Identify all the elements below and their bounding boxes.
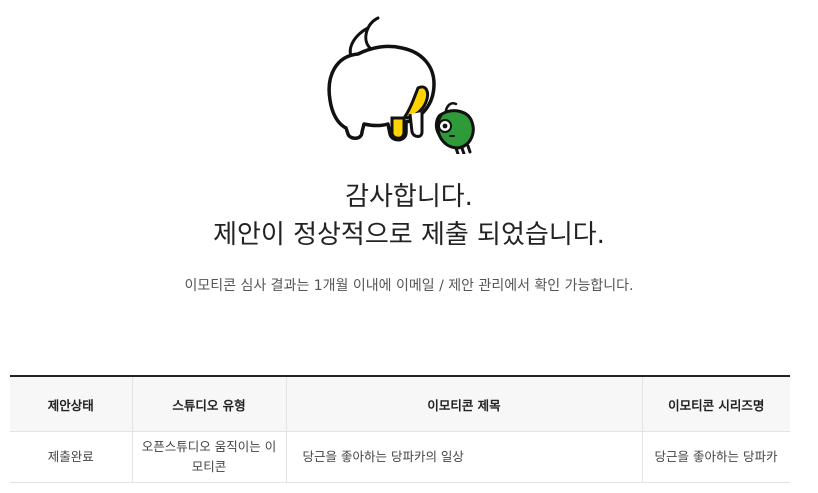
header-studio-type: 스튜디오 유형 bbox=[132, 376, 287, 432]
character-illustration bbox=[322, 14, 482, 156]
table-header-row: 제안상태 스튜디오 유형 이모티콘 제목 이모티콘 시리즈명 bbox=[10, 376, 790, 432]
header-status: 제안상태 bbox=[10, 376, 133, 432]
cell-status: 제출완료 bbox=[10, 431, 133, 483]
header-series-name: 이모티콘 시리즈명 bbox=[642, 376, 790, 432]
review-notice: 이모티콘 심사 결과는 1개월 이내에 이메일 / 제안 관리에서 확인 가능합… bbox=[184, 278, 634, 294]
cell-studio-type: 오픈스튜디오 움직이는 이모티콘 bbox=[132, 431, 287, 483]
character-illustration-icon bbox=[327, 16, 475, 156]
cell-series-name: 당근을 좋아하는 당파카 bbox=[642, 431, 790, 483]
completion-headline: 감사합니다. 제안이 정상적으로 제출 되었습니다. bbox=[0, 178, 818, 254]
submitted-text: 제안이 정상적으로 제출 되었습니다. bbox=[213, 220, 605, 250]
header-emoticon-title: 이모티콘 제목 bbox=[286, 376, 643, 432]
proposal-table: 제안상태 스튜디오 유형 이모티콘 제목 이모티콘 시리즈명 제출완료 오픈스튜… bbox=[10, 375, 790, 483]
thanks-text: 감사합니다. bbox=[345, 182, 473, 212]
table-row: 제출완료 오픈스튜디오 움직이는 이모티콘 당근을 좋아하는 당파카의 일상 당… bbox=[10, 431, 790, 483]
cell-emoticon-title: 당근을 좋아하는 당파카의 일상 bbox=[286, 431, 643, 483]
